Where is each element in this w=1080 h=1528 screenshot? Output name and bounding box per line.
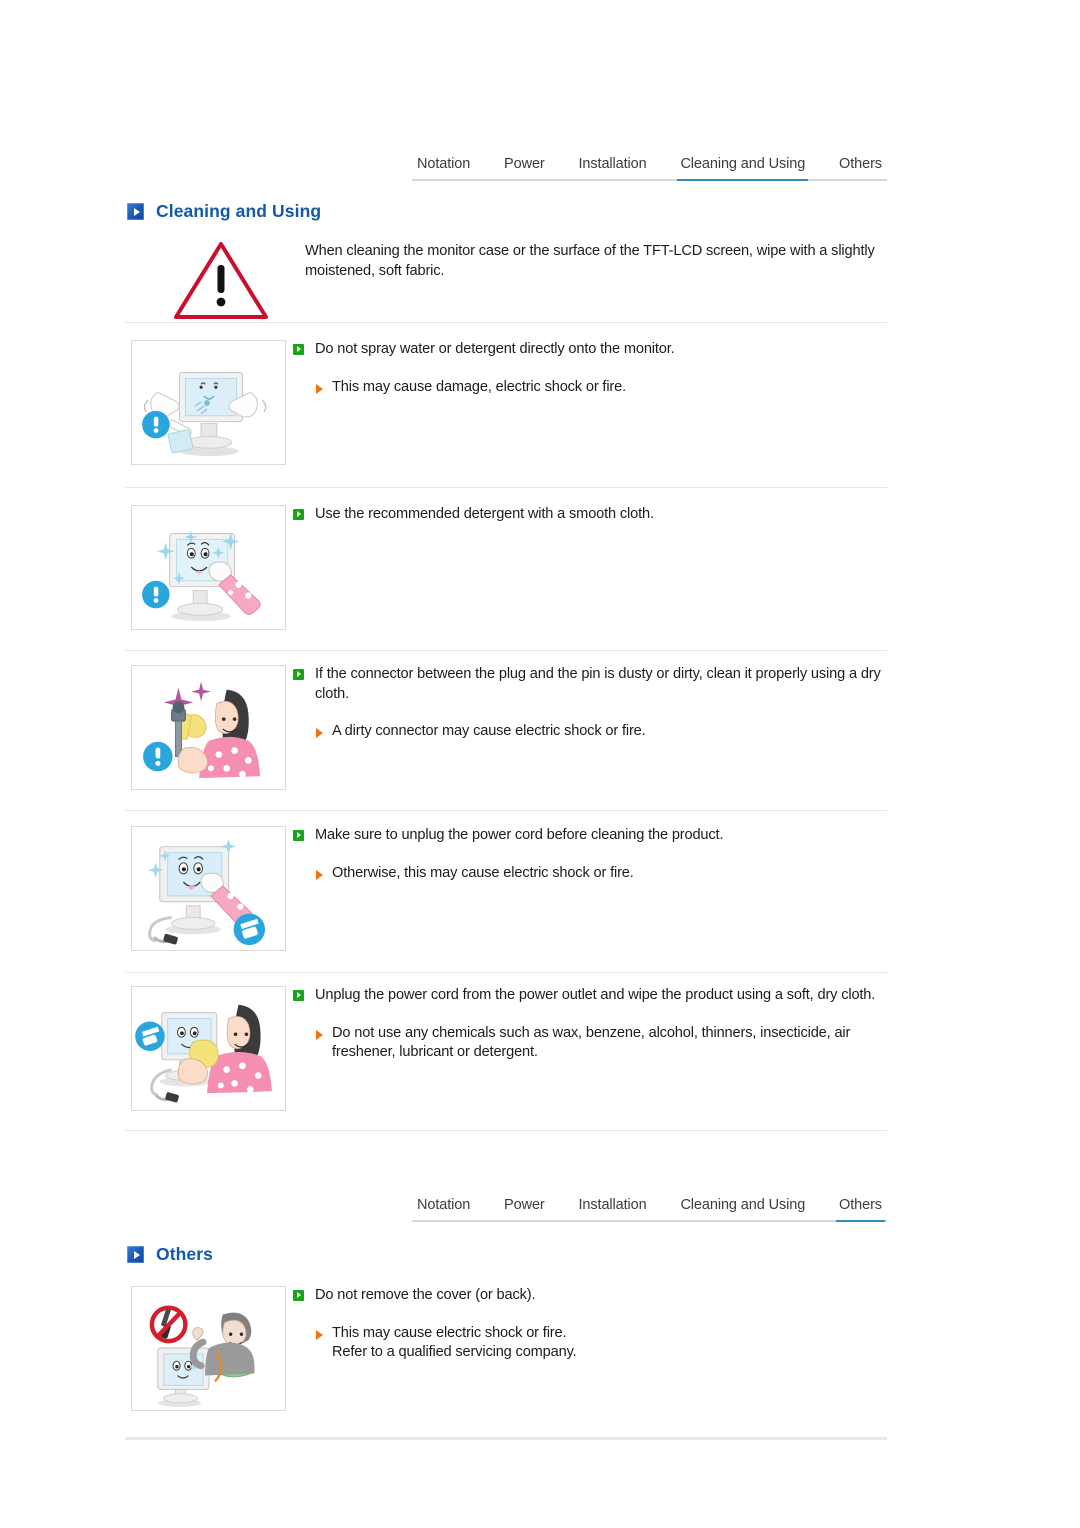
sub-text: This may cause damage, electric shock or…	[332, 378, 627, 395]
divider	[125, 1437, 887, 1440]
tab-others[interactable]: Others	[836, 156, 885, 179]
monitor-unplug-cord-icon	[131, 826, 286, 951]
divider	[125, 322, 887, 323]
orange-triangle-bullet-icon	[316, 869, 323, 880]
main-bullet-line: Make sure to unplug the power cord befor…	[293, 826, 887, 846]
main-bullet-line: Do not spray water or detergent directly…	[293, 340, 887, 360]
section-title-others: Others	[156, 1244, 214, 1264]
orange-triangle-bullet-icon	[316, 383, 323, 394]
main-text: If the connector between the plug and th…	[315, 666, 881, 702]
tab-power[interactable]: Power	[501, 1197, 548, 1220]
divider	[125, 972, 887, 973]
green-arrow-bullet-icon	[293, 344, 304, 355]
tab-installation[interactable]: Installation	[575, 1197, 649, 1220]
monitor-wipe-cloth-icon	[131, 505, 286, 630]
tab-power[interactable]: Power	[501, 156, 548, 179]
sub-text: A dirty connector may cause electric sho…	[332, 723, 646, 739]
sub-text: Otherwise, this may cause electric shock…	[332, 864, 634, 881]
tab-cleaning-and-using[interactable]: Cleaning and Using	[677, 1197, 808, 1220]
sub-bullet-line: A dirty connector may cause electric sho…	[316, 722, 887, 742]
tab-notation[interactable]: Notation	[414, 156, 473, 179]
tab-installation[interactable]: Installation	[575, 156, 649, 179]
intro-text: When cleaning the monitor case or the su…	[305, 243, 875, 279]
sub-text: This may cause electric shock or fire.	[332, 1324, 567, 1341]
green-arrow-bullet-icon	[293, 669, 304, 680]
main-bullet-line: Unplug the power cord from the power out…	[293, 986, 887, 1006]
tabbar-top: Notation Power Installation Cleaning and Us…	[412, 143, 887, 181]
main-bullet-line: Use the recommended detergent with a smo…	[293, 505, 887, 525]
divider	[125, 810, 887, 811]
green-arrow-bullet-icon	[293, 1290, 304, 1301]
main-text: Unplug the power cord from the power out…	[315, 987, 876, 1003]
blue-arrow-square-icon	[127, 1246, 144, 1263]
tab-cleaning-and-using[interactable]: Cleaning and Using	[677, 156, 808, 181]
tabbar-bottom: Notation Power Installation Cleaning and Us…	[412, 1184, 887, 1222]
blue-arrow-square-icon	[127, 203, 144, 220]
sub-bullet-line: Do not use any chemicals such as wax, be…	[316, 1024, 887, 1063]
orange-triangle-bullet-icon	[316, 1029, 323, 1040]
no-screwdriver-cover-icon	[131, 1286, 286, 1411]
tab-notation[interactable]: Notation	[414, 1197, 473, 1220]
orange-triangle-bullet-icon	[316, 1329, 323, 1340]
sub-text-continued: Refer to a qualified servicing company.	[332, 1344, 577, 1360]
divider	[125, 650, 887, 651]
sub-text: Do not use any chemicals such as wax, be…	[332, 1024, 851, 1061]
person-unplug-wipe-icon	[131, 986, 286, 1111]
divider	[125, 1130, 887, 1131]
sub-bullet-line: This may cause electric shock or fire. R…	[316, 1324, 887, 1363]
main-text: Use the recommended detergent with a smo…	[315, 506, 654, 522]
divider	[125, 487, 887, 488]
section-title-cleaning: Cleaning and Using	[156, 201, 322, 221]
main-text: Do not remove the cover (or back).	[315, 1287, 536, 1303]
sub-bullet-line: Otherwise, this may cause electric shock…	[316, 864, 887, 884]
person-cleaning-plug-icon	[131, 665, 286, 790]
sub-bullet-line: This may cause damage, electric shock or…	[316, 378, 887, 398]
section-heading-cleaning: Cleaning and Using	[127, 201, 321, 222]
section-heading-others: Others	[127, 1244, 213, 1265]
monitor-spray-bottle-icon	[131, 340, 286, 465]
orange-triangle-bullet-icon	[316, 728, 323, 738]
green-arrow-bullet-icon	[293, 509, 304, 520]
main-bullet-line: If the connector between the plug and th…	[293, 665, 887, 704]
green-arrow-bullet-icon	[293, 830, 304, 841]
document-page: Notation Power Installation Cleaning and Us…	[0, 0, 1080, 1528]
tab-others[interactable]: Others	[836, 1197, 885, 1222]
main-text: Do not spray water or detergent directly…	[315, 341, 675, 357]
green-arrow-bullet-icon	[293, 990, 304, 1001]
warning-triangle-icon	[173, 239, 269, 321]
main-bullet-line: Do not remove the cover (or back).	[293, 1286, 887, 1306]
main-text: Make sure to unplug the power cord befor…	[315, 827, 724, 843]
